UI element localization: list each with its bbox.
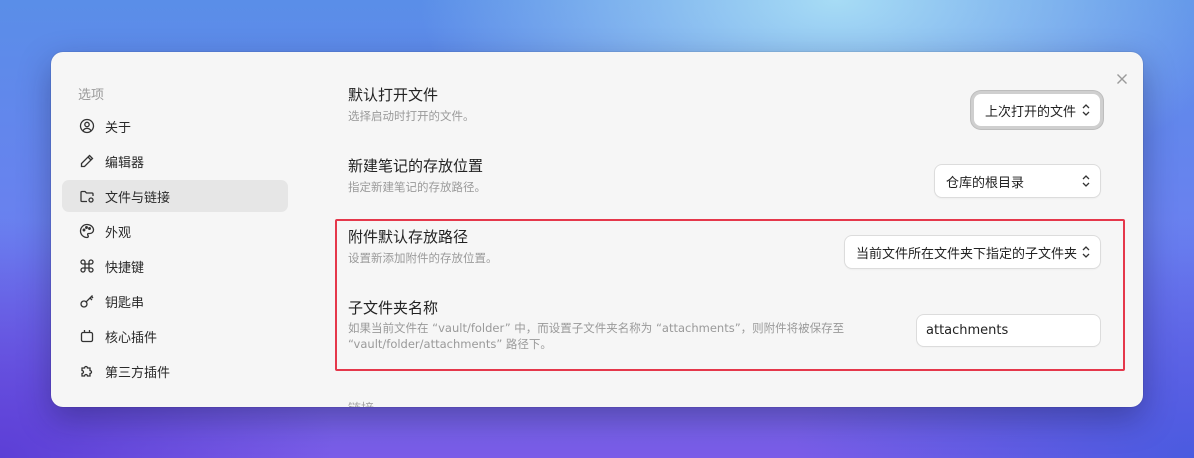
settings-sidebar: 选项 关于 编辑器 文件与链接 外观 快捷键 钥匙串 核心插件 第三方插件 [51,52,301,407]
setting-desc-line: 如果当前文件在 “vault/folder” 中，而设置子文件夹名称为 “att… [348,321,845,335]
subfolder-name-input[interactable] [917,315,1100,346]
sidebar-item-appearance[interactable]: 外观 [62,215,288,247]
setting-name-default-open-file: 默认打开文件 [348,86,439,104]
attachment-location-select[interactable]: 当前文件所在文件夹下指定的子文件夹 [845,236,1100,268]
setting-desc-default-open-file: 选择启动时打开的文件。 [348,109,475,123]
setting-desc-attachment-location: 设置新添加附件的存放位置。 [348,251,498,265]
sidebar-item-keychain[interactable]: 钥匙串 [62,285,288,317]
chevron-up-down-icon [1082,246,1090,258]
chevron-up-down-icon [1082,175,1090,187]
sidebar-item-label: 编辑器 [105,155,145,171]
folder-cog-icon [78,187,96,205]
select-value: 上次打开的文件 [985,104,1077,120]
sidebar-item-core-plugins[interactable]: 核心插件 [62,320,288,352]
sidebar-item-about[interactable]: 关于 [62,110,288,142]
sidebar-item-hotkeys[interactable]: 快捷键 [62,250,288,282]
default-open-file-select[interactable]: 上次打开的文件 [974,94,1100,126]
sidebar-item-label: 关于 [105,120,132,136]
settings-dialog: 选项 关于 编辑器 文件与链接 外观 快捷键 钥匙串 核心插件 第三方插件 默认… [51,52,1143,407]
palette-icon [78,222,96,240]
command-icon [78,257,96,275]
close-button[interactable] [1113,70,1131,88]
setting-name-subfolder-name: 子文件夹名称 [348,299,439,317]
select-value: 当前文件所在文件夹下指定的子文件夹 [856,246,1078,262]
plug-icon [78,327,96,345]
sidebar-item-label: 钥匙串 [105,295,145,311]
setting-desc-subfolder-name: 如果当前文件在 “vault/folder” 中，而设置子文件夹名称为 “att… [348,320,908,352]
puzzle-icon [78,362,96,380]
pencil-icon [78,152,96,170]
setting-desc-new-note-location: 指定新建笔记的存放路径。 [348,180,486,194]
sidebar-item-community-plugins[interactable]: 第三方插件 [62,355,288,387]
user-circle-icon [78,117,96,135]
section-heading-links: 链接 [348,398,374,407]
sidebar-item-label: 文件与链接 [105,190,171,206]
setting-desc-line: “vault/folder/attachments” 路径下。 [348,337,552,351]
setting-name-new-note-location: 新建笔记的存放位置 [348,157,484,175]
sidebar-item-label: 外观 [105,225,132,241]
select-value: 仓库的根目录 [946,175,1025,191]
chevron-up-down-icon [1082,104,1090,116]
sidebar-item-editor[interactable]: 编辑器 [62,145,288,177]
close-icon [1116,70,1128,89]
sidebar-item-label: 快捷键 [105,260,145,276]
key-icon [78,292,96,310]
sidebar-item-label: 核心插件 [105,330,158,346]
new-note-location-select[interactable]: 仓库的根目录 [935,165,1100,197]
setting-name-attachment-location: 附件默认存放路径 [348,228,469,246]
sidebar-item-files-links[interactable]: 文件与链接 [62,180,288,212]
sidebar-heading: 选项 [78,88,105,103]
sidebar-item-label: 第三方插件 [105,365,171,381]
